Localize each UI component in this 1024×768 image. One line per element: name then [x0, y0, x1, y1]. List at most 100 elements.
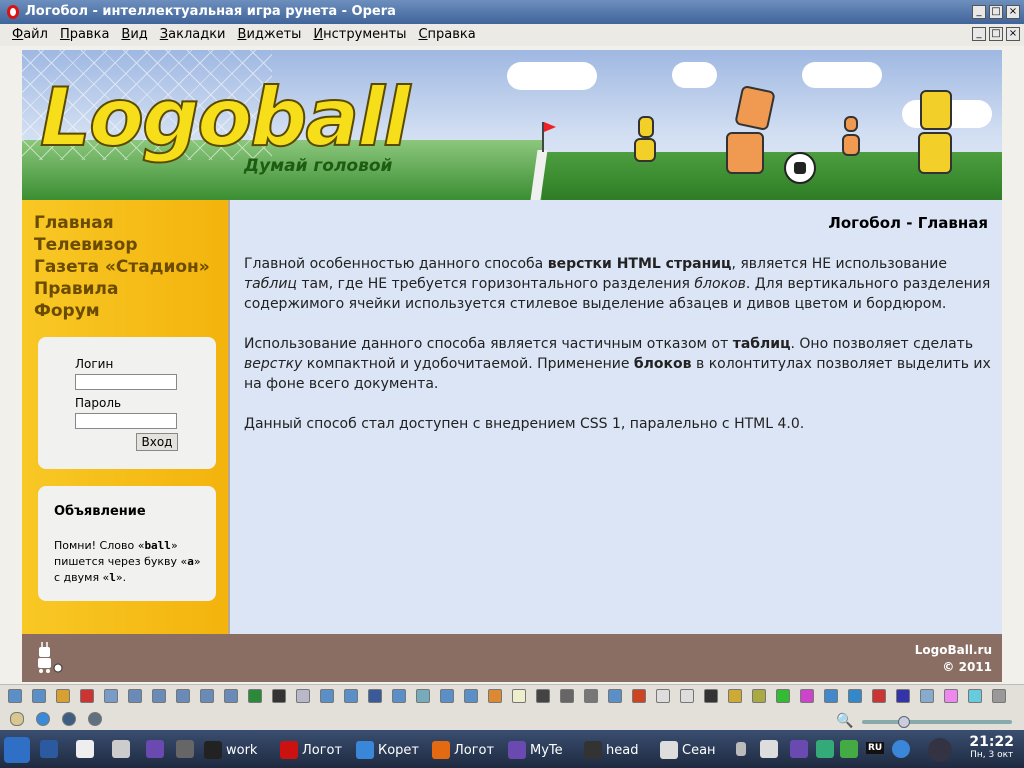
paragraph-1: Главной особенностью данного способа вер… — [244, 254, 992, 314]
launcher-icon[interactable] — [56, 689, 70, 703]
tray-app-icon[interactable] — [816, 740, 834, 758]
kde-menu-button[interactable] — [4, 737, 30, 763]
launcher-icon[interactable] — [344, 689, 358, 703]
arrow-left-icon[interactable] — [736, 742, 746, 756]
login-input[interactable] — [75, 374, 177, 390]
tab-close-button[interactable]: × — [1006, 27, 1020, 41]
launcher-icon[interactable] — [416, 689, 430, 703]
launcher-icon[interactable] — [800, 689, 814, 703]
menu-bookmarks[interactable]: Закладки — [154, 27, 232, 42]
gauge-icon[interactable] — [88, 712, 102, 726]
window-titlebar[interactable]: Логобол - интеллектуальная игра рунета -… — [0, 0, 1024, 25]
launcher-icon[interactable] — [8, 689, 22, 703]
launcher-icon[interactable] — [152, 689, 166, 703]
launcher-icon[interactable] — [728, 689, 742, 703]
task-button[interactable]: work — [204, 739, 257, 761]
update-check-icon[interactable] — [840, 740, 858, 758]
launcher-icon[interactable] — [848, 689, 862, 703]
launcher-icon[interactable] — [224, 689, 238, 703]
task-button[interactable]: head — [584, 739, 638, 761]
zoom-slider[interactable] — [862, 720, 1012, 724]
logoball-logo[interactable]: Logoball — [39, 77, 411, 159]
launcher-icon[interactable] — [104, 689, 118, 703]
launcher-icon[interactable] — [368, 689, 382, 703]
zoom-slider-handle[interactable] — [898, 716, 910, 728]
menu-view[interactable]: Вид — [115, 27, 153, 42]
launcher-icon[interactable] — [824, 689, 838, 703]
password-input[interactable] — [75, 413, 177, 429]
task-button[interactable]: Логот — [280, 739, 342, 761]
launcher-icon[interactable] — [680, 689, 694, 703]
launcher-icon[interactable] — [392, 689, 406, 703]
launcher-icon[interactable] — [464, 689, 478, 703]
task-button[interactable]: Корет — [356, 739, 419, 761]
launcher-icon[interactable] — [968, 689, 982, 703]
launcher-icon[interactable] — [584, 689, 598, 703]
task-button[interactable]: MyTe — [508, 739, 563, 761]
launcher-icon[interactable] — [440, 689, 454, 703]
close-button[interactable]: × — [1006, 5, 1020, 19]
volume-icon[interactable] — [760, 740, 778, 758]
calculator-icon[interactable] — [112, 740, 130, 758]
tab-restore-button[interactable]: □ — [989, 27, 1003, 41]
launcher-icon[interactable] — [128, 689, 142, 703]
maximize-button[interactable]: □ — [989, 5, 1003, 19]
launcher-icon[interactable] — [296, 689, 310, 703]
launcher-icon[interactable] — [632, 689, 646, 703]
keyboard-layout-indicator[interactable]: RU — [866, 742, 885, 754]
corner-flag-icon — [544, 122, 556, 132]
text-editor-icon[interactable] — [76, 740, 94, 758]
nav-item-rules[interactable]: Правила — [34, 278, 210, 300]
menu-file[interactable]: Файл — [6, 27, 54, 42]
launcher-icon[interactable] — [512, 689, 526, 703]
cloud-icon[interactable] — [36, 712, 50, 726]
login-button[interactable]: Вход — [136, 433, 178, 451]
tab-minimize-button[interactable]: _ — [972, 27, 986, 41]
clock-analog-icon — [928, 738, 952, 762]
paragraph-3: Данный способ стал доступен с внедрением… — [244, 414, 992, 434]
footer-site-name[interactable]: LogoBall.ru — [915, 642, 992, 659]
task-button[interactable]: Сеан — [660, 739, 716, 761]
launcher-icon[interactable] — [488, 689, 502, 703]
launcher-icon[interactable] — [920, 689, 934, 703]
launcher-icon[interactable] — [608, 689, 622, 703]
launcher-icon[interactable] — [176, 689, 190, 703]
menu-help[interactable]: Справка — [412, 27, 481, 42]
launcher-icon[interactable] — [656, 689, 670, 703]
kopete-tray-icon[interactable] — [892, 740, 910, 758]
minimize-button[interactable]: _ — [972, 5, 986, 19]
launcher-icon[interactable] — [80, 689, 94, 703]
menu-edit[interactable]: Правка — [54, 27, 115, 42]
launcher-icon[interactable] — [896, 689, 910, 703]
launcher-icon[interactable] — [776, 689, 790, 703]
nav-item-tv[interactable]: Телевизор — [34, 234, 210, 256]
nav-item-home[interactable]: Главная — [34, 212, 210, 234]
launcher-icon[interactable] — [704, 689, 718, 703]
nav-item-forum[interactable]: Форум — [34, 300, 210, 322]
launcher-icon[interactable] — [944, 689, 958, 703]
task-label: Логот — [454, 742, 495, 758]
launcher-icon[interactable] — [560, 689, 574, 703]
launcher-icon[interactable] — [272, 689, 286, 703]
launcher-icon[interactable] — [992, 689, 1006, 703]
launcher-icon[interactable] — [872, 689, 886, 703]
nav-item-newspaper[interactable]: Газета «Стадион» — [34, 256, 210, 278]
desktop-icon[interactable] — [40, 740, 58, 758]
mytetra-tray-icon[interactable] — [790, 740, 808, 758]
launcher-icon[interactable] — [32, 689, 46, 703]
network-icon[interactable] — [62, 712, 76, 726]
clock[interactable]: 21:22 Пн, 3 окт — [969, 734, 1014, 760]
launcher-icon[interactable] — [536, 689, 550, 703]
menu-tools[interactable]: Инструменты — [307, 27, 412, 42]
launcher-icon[interactable] — [200, 689, 214, 703]
launcher-icon[interactable] — [320, 689, 334, 703]
menu-widgets[interactable]: Виджеты — [232, 27, 308, 42]
task-button[interactable]: Логот — [432, 739, 494, 761]
launcher-icon[interactable] — [752, 689, 766, 703]
mytetra-icon — [508, 741, 526, 759]
page-viewport[interactable]: Logoball Думай головой Главная Телевизор… — [0, 46, 1024, 684]
mytetra-launcher-icon[interactable] — [146, 740, 164, 758]
pager-icon[interactable] — [176, 740, 194, 758]
notes-icon[interactable] — [10, 712, 24, 726]
launcher-icon[interactable] — [248, 689, 262, 703]
